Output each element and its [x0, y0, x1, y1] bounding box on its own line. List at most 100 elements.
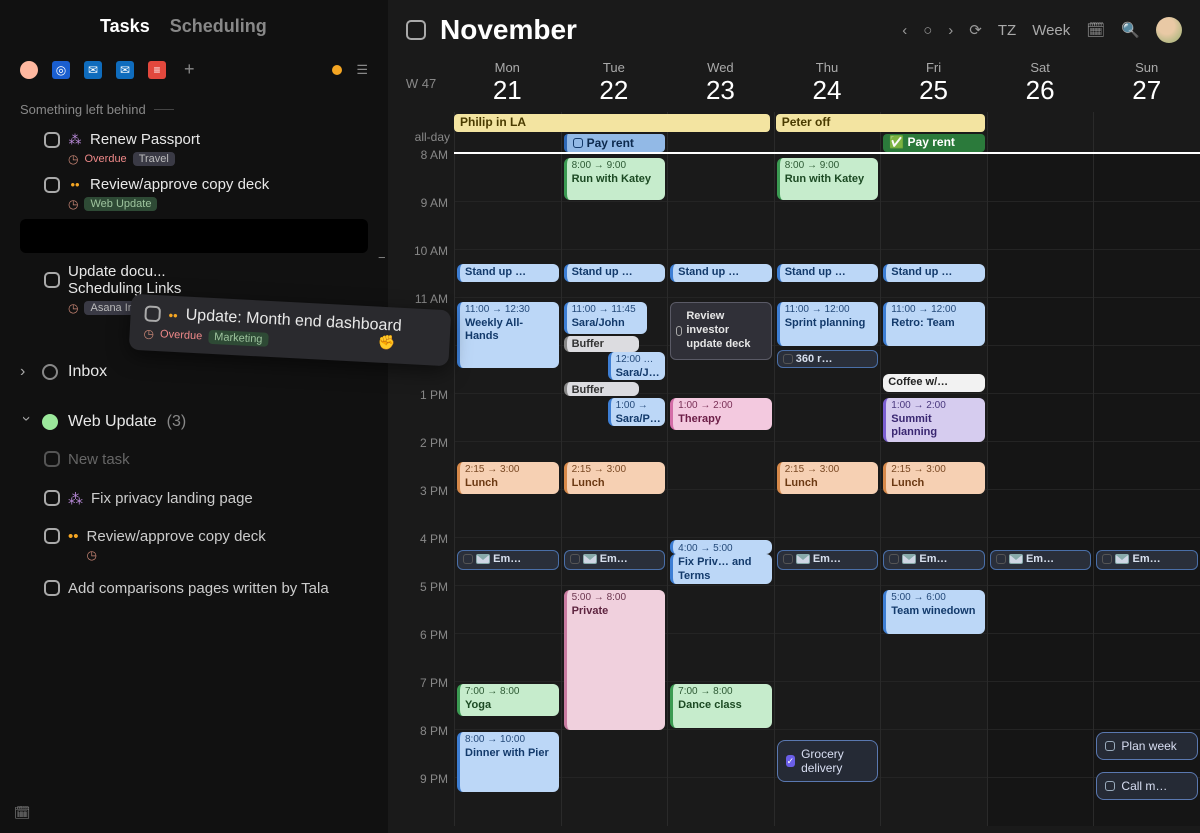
- event-dance[interactable]: 7:00 → 8:00Dance class: [670, 684, 772, 728]
- event-sprint[interactable]: 11:00 → 12:00Sprint planning: [777, 302, 879, 346]
- event-sara-j2[interactable]: 12:00 …Sara/J…: [608, 352, 666, 380]
- event-email[interactable]: Em…: [457, 550, 559, 570]
- checkbox-icon[interactable]: [44, 528, 60, 544]
- group-web-update[interactable]: › Web Update (3): [0, 405, 388, 433]
- prev-icon[interactable]: ‹: [902, 22, 907, 39]
- event-standup[interactable]: Stand up …: [564, 264, 666, 282]
- slot-fri[interactable]: Stand up … 11:00 → 12:00Retro: Team Coff…: [880, 154, 987, 826]
- banner-philip-la[interactable]: Philip in LA: [454, 114, 770, 132]
- checkbox-icon[interactable]: [44, 451, 60, 467]
- day-col-sun[interactable]: Sun27: [1093, 60, 1200, 106]
- event-email[interactable]: Em…: [1096, 550, 1198, 570]
- slot-thu[interactable]: 8:00 → 9:00Run with Katey Stand up … 11:…: [774, 154, 881, 826]
- event-weekly-allhands[interactable]: 11:00 → 12:30Weekly All-Hands: [457, 302, 559, 368]
- slot-tue[interactable]: 8:00 → 9:00Run with Katey Stand up … 11:…: [561, 154, 668, 826]
- checkbox-icon[interactable]: [44, 490, 60, 506]
- event-sara-p[interactable]: 1:00 →Sara/P…: [608, 398, 666, 426]
- event-dinner[interactable]: 8:00 → 10:00Dinner with Pier: [457, 732, 559, 792]
- target-icon[interactable]: ◎: [52, 61, 70, 79]
- day-col-mon[interactable]: Mon21: [454, 60, 561, 106]
- checkbox-icon[interactable]: [44, 272, 60, 288]
- event-standup[interactable]: Stand up …: [883, 264, 985, 282]
- event-summit[interactable]: 1:00 → 2:00Summit planning: [883, 398, 985, 442]
- allday-sun[interactable]: [1093, 112, 1200, 152]
- event-pay-rent[interactable]: Pay rent: [564, 134, 666, 152]
- slot-sun[interactable]: Em… Plan week Call m…: [1093, 154, 1200, 826]
- filled-circle-icon: [42, 414, 58, 430]
- event-grocery[interactable]: ✓Grocery delivery: [777, 740, 879, 782]
- checkbox-icon[interactable]: [44, 177, 60, 193]
- day-col-tue[interactable]: Tue22: [561, 60, 668, 106]
- timezone-button[interactable]: TZ: [998, 22, 1016, 39]
- event-email[interactable]: Em…: [990, 550, 1092, 570]
- avatar[interactable]: [1156, 17, 1182, 43]
- event-email[interactable]: Em…: [883, 550, 985, 570]
- event-coffee[interactable]: Coffee w/…: [883, 374, 985, 392]
- event-buffer2[interactable]: Buffer: [564, 382, 640, 396]
- day-col-fri[interactable]: Fri25: [880, 60, 987, 106]
- refresh-icon[interactable]: ⟳: [969, 21, 982, 39]
- checkbox-icon[interactable]: [44, 580, 60, 596]
- event-lunch[interactable]: 2:15 → 3:00Lunch: [777, 462, 879, 494]
- day-grid: 8 AM9 AM −10 AM 11 AM12 AM 1 PM2 PM 3 PM…: [388, 154, 1200, 826]
- todoist-icon[interactable]: ≡: [148, 61, 166, 79]
- event-buffer[interactable]: Buffer: [564, 336, 640, 352]
- event-360[interactable]: 360 r…: [777, 350, 879, 368]
- search-icon[interactable]: 🔍: [1121, 21, 1140, 39]
- checkbox-icon[interactable]: [144, 305, 161, 322]
- slot-mon[interactable]: Stand up … 11:00 → 12:30Weekly All-Hands…: [454, 154, 561, 826]
- subtask-fix-privacy[interactable]: ⁂ Fix privacy landing page: [0, 486, 388, 512]
- checkbox-icon[interactable]: [44, 132, 60, 148]
- event-team-winedown[interactable]: 5:00 → 6:00Team winedown: [883, 590, 985, 634]
- banner-peter-off[interactable]: Peter off: [776, 114, 985, 132]
- tab-tasks[interactable]: Tasks: [100, 16, 150, 37]
- event-lunch[interactable]: 2:15 → 3:00Lunch: [564, 462, 666, 494]
- event-sara-john[interactable]: 11:00 → 11:45Sara/John: [564, 302, 648, 334]
- event-email[interactable]: Em…: [777, 550, 879, 570]
- add-integration-icon[interactable]: +: [184, 59, 195, 80]
- event-standup[interactable]: Stand up …: [457, 264, 559, 282]
- list-icon[interactable]: ☰: [356, 62, 368, 78]
- layout-toggle-icon[interactable]: [406, 20, 426, 40]
- outlook2-icon[interactable]: ✉: [116, 61, 134, 79]
- amber-dot-icon[interactable]: [332, 65, 342, 75]
- event-review-investor[interactable]: Review investor update deck: [670, 302, 772, 360]
- event-email[interactable]: Em…: [564, 550, 666, 570]
- task-review-copy-deck[interactable]: •• Review/approve copy deck ◷ Web Update: [0, 170, 388, 215]
- event-fixprivterms-t[interactable]: 4:00 → 5:00: [670, 540, 772, 554]
- source-dot-icon[interactable]: [20, 61, 38, 79]
- event-lunch[interactable]: 2:15 → 3:00Lunch: [457, 462, 559, 494]
- event-pay-rent-done[interactable]: ✅ Pay rent: [883, 134, 985, 152]
- outlook-icon[interactable]: ✉: [84, 61, 102, 79]
- event-fixprivterms[interactable]: Fix Priv… and Terms: [670, 554, 772, 584]
- event-standup[interactable]: Stand up …: [670, 264, 772, 282]
- day-col-wed[interactable]: Wed23: [667, 60, 774, 106]
- mini-calendar-icon[interactable]: 🗓: [14, 805, 31, 821]
- next-icon[interactable]: ›: [948, 22, 953, 39]
- event-standup[interactable]: Stand up …: [777, 264, 879, 282]
- group-count: (3): [167, 413, 187, 431]
- event-private[interactable]: 5:00 → 8:00Private: [564, 590, 666, 730]
- view-week-button[interactable]: Week: [1032, 22, 1070, 39]
- event-run-katey[interactable]: 8:00 → 9:00Run with Katey: [564, 158, 666, 200]
- event-call-m[interactable]: Call m…: [1096, 772, 1198, 800]
- today-icon[interactable]: ○: [923, 22, 932, 39]
- event-run-katey[interactable]: 8:00 → 9:00Run with Katey: [777, 158, 879, 200]
- tab-scheduling[interactable]: Scheduling: [170, 16, 267, 37]
- event-yoga[interactable]: 7:00 → 8:00Yoga: [457, 684, 559, 716]
- task-drop-target[interactable]: [20, 219, 368, 253]
- event-plan-week[interactable]: Plan week: [1096, 732, 1198, 760]
- event-lunch[interactable]: 2:15 → 3:00Lunch: [883, 462, 985, 494]
- subtask-new[interactable]: New task: [0, 447, 388, 472]
- day-col-thu[interactable]: Thu24: [774, 60, 881, 106]
- subtask-add-comparisons[interactable]: Add comparisons pages written by Tala: [0, 576, 388, 601]
- slot-wed[interactable]: Stand up … Review investor update deck 1…: [667, 154, 774, 826]
- datepicker-icon[interactable]: 🗓: [1086, 21, 1105, 39]
- slot-sat[interactable]: Em…: [987, 154, 1094, 826]
- subtask-review-copy-deck-2[interactable]: •• Review/approve copy deck ◷: [0, 524, 388, 566]
- event-retro[interactable]: 11:00 → 12:00Retro: Team: [883, 302, 985, 346]
- task-renew-passport[interactable]: ⁂ Renew Passport ◷ Overdue Travel: [0, 125, 388, 170]
- day-col-sat[interactable]: Sat26: [987, 60, 1094, 106]
- event-therapy[interactable]: 1:00 → 2:00Therapy: [670, 398, 772, 430]
- allday-sat[interactable]: [987, 112, 1094, 152]
